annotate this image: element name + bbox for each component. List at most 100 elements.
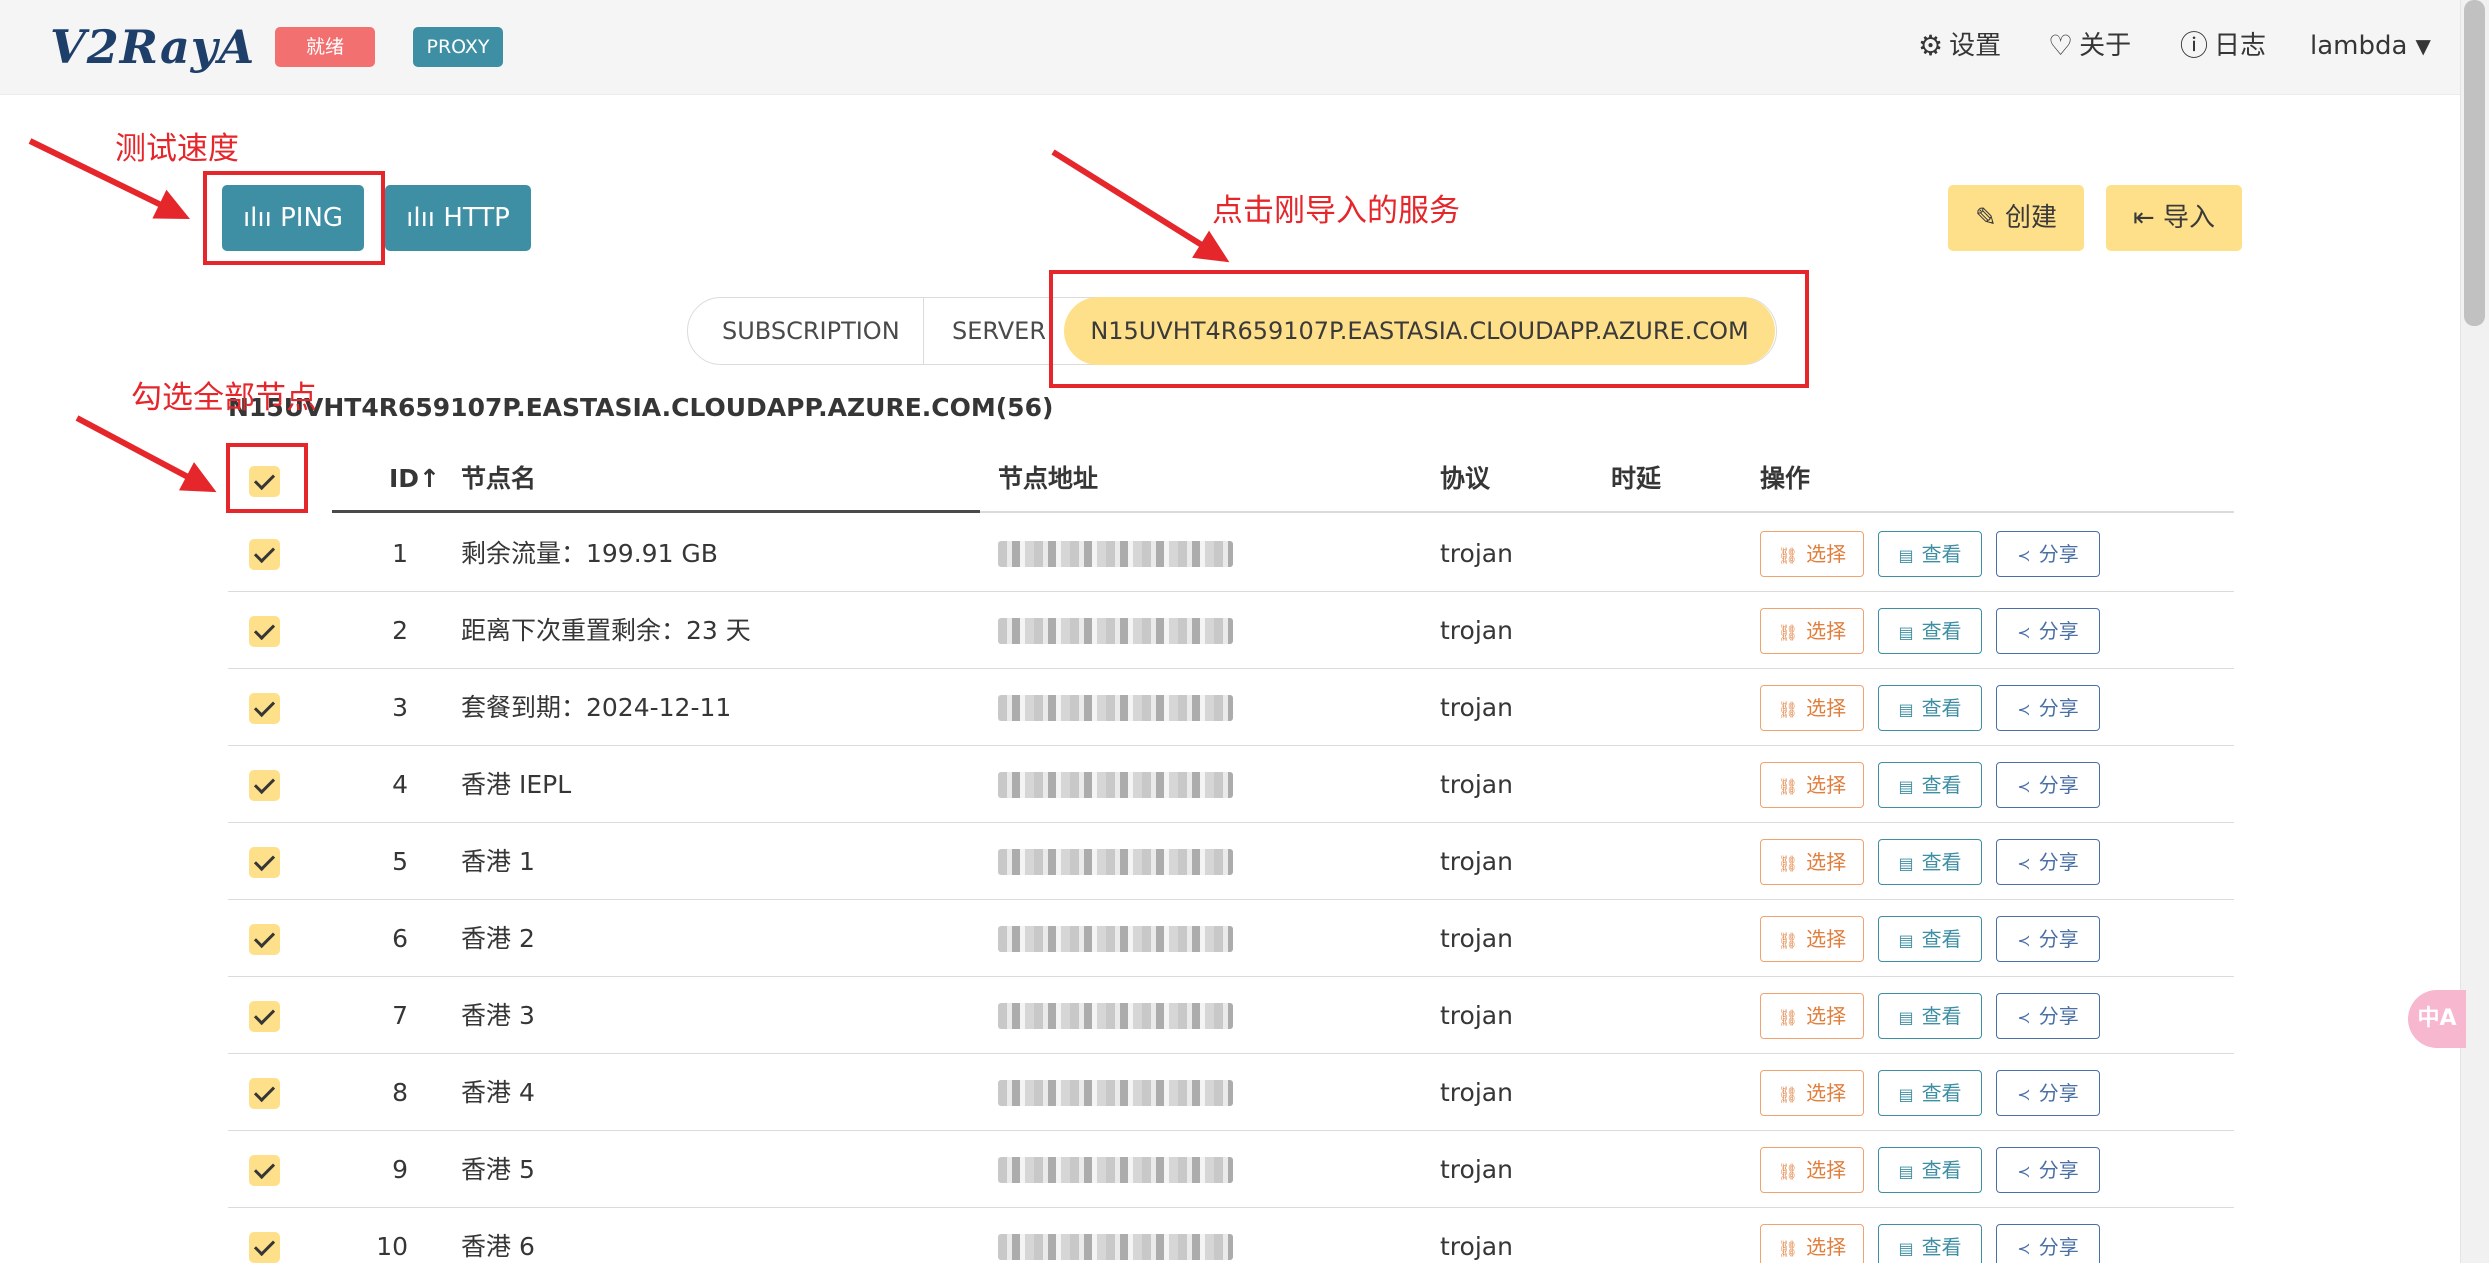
table-row[interactable]: 9 香港 5 trojan ⛓ 选择 ▤ 查看 ≺ 分享 [228, 1131, 2234, 1208]
row-id: 6 [392, 924, 408, 953]
row-checkbox[interactable] [249, 1001, 280, 1032]
header-address[interactable]: 节点地址 [998, 450, 1098, 514]
row-checkbox[interactable] [249, 1155, 280, 1186]
share-icon: ≺ [2017, 700, 2031, 719]
view-button[interactable]: ▤ 查看 [1878, 916, 1982, 962]
nav-about-label: 关于 [2079, 31, 2132, 61]
view-button[interactable]: ▤ 查看 [1878, 1147, 1982, 1193]
document-icon: ▤ [1898, 546, 1914, 565]
select-button[interactable]: ⛓ 选择 [1760, 762, 1864, 808]
header-id[interactable]: ID↑ [389, 450, 440, 514]
view-button[interactable]: ▤ 查看 [1878, 839, 1982, 885]
link-icon: ⛓ [1777, 623, 1799, 642]
view-button[interactable]: ▤ 查看 [1878, 1070, 1982, 1116]
share-button[interactable]: ≺ 分享 [1996, 762, 2100, 808]
select-button[interactable]: ⛓ 选择 [1760, 1070, 1864, 1116]
row-checkbox[interactable] [249, 847, 280, 878]
share-button[interactable]: ≺ 分享 [1996, 608, 2100, 654]
row-checkbox[interactable] [249, 616, 280, 647]
table-row[interactable]: 1 剩余流量：199.91 GB trojan ⛓ 选择 ▤ 查看 ≺ 分享 [228, 515, 2234, 592]
row-checkbox[interactable] [249, 924, 280, 955]
create-button[interactable]: ✎ 创建 [1948, 185, 2084, 251]
row-checkbox[interactable] [249, 539, 280, 570]
http-button[interactable]: ılıı HTTP [385, 185, 531, 251]
view-button[interactable]: ▤ 查看 [1878, 993, 1982, 1039]
row-address-blurred [998, 1234, 1233, 1260]
view-button[interactable]: ▤ 查看 [1878, 762, 1982, 808]
select-button[interactable]: ⛓ 选择 [1760, 531, 1864, 577]
view-button[interactable]: ▤ 查看 [1878, 608, 1982, 654]
share-icon: ≺ [2017, 1085, 2031, 1104]
select-button[interactable]: ⛓ 选择 [1760, 608, 1864, 654]
share-button[interactable]: ≺ 分享 [1996, 839, 2100, 885]
select-button[interactable]: ⛓ 选择 [1760, 685, 1864, 731]
row-checkbox[interactable] [249, 1078, 280, 1109]
annotation-speed-test: 测试速度 [115, 131, 239, 167]
share-button[interactable]: ≺ 分享 [1996, 1070, 2100, 1116]
header-name[interactable]: 节点名 [461, 450, 536, 514]
nav-log[interactable]: ⓘ 日志 [2180, 26, 2266, 66]
share-button[interactable]: ≺ 分享 [1996, 685, 2100, 731]
row-id: 1 [392, 539, 408, 568]
select-button[interactable]: ⛓ 选择 [1760, 1224, 1864, 1263]
page-scrollbar[interactable] [2460, 0, 2489, 1263]
table-row[interactable]: 4 香港 IEPL trojan ⛓ 选择 ▤ 查看 ≺ 分享 [228, 746, 2234, 823]
table-header: ID↑ 节点名 节点地址 协议 时延 操作 [228, 450, 2234, 514]
nav-settings-label: 设置 [1949, 31, 2002, 61]
table-row[interactable]: 10 香港 6 trojan ⛓ 选择 ▤ 查看 ≺ 分享 [228, 1208, 2234, 1263]
share-button[interactable]: ≺ 分享 [1996, 916, 2100, 962]
table-row[interactable]: 6 香港 2 trojan ⛓ 选择 ▤ 查看 ≺ 分享 [228, 900, 2234, 977]
share-icon: ≺ [2017, 931, 2031, 950]
view-button[interactable]: ▤ 查看 [1878, 531, 1982, 577]
row-protocol: trojan [1440, 539, 1513, 568]
select-button[interactable]: ⛓ 选择 [1760, 993, 1864, 1039]
select-button[interactable]: ⛓ 选择 [1760, 1147, 1864, 1193]
nav-settings[interactable]: ⚙ 设置 [1918, 26, 2001, 66]
row-address-blurred [998, 618, 1233, 644]
scrollbar-thumb[interactable] [2464, 0, 2485, 326]
waveform-icon: ılıı [406, 203, 436, 233]
view-button[interactable]: ▤ 查看 [1878, 685, 1982, 731]
row-checkbox[interactable] [249, 770, 280, 801]
select-label: 选择 [1806, 850, 1847, 874]
share-label: 分享 [2038, 1158, 2079, 1182]
share-button[interactable]: ≺ 分享 [1996, 531, 2100, 577]
row-protocol: trojan [1440, 1232, 1513, 1261]
document-icon: ▤ [1898, 1162, 1914, 1181]
row-checkbox[interactable] [249, 693, 280, 724]
table-row[interactable]: 2 距离下次重置剩余：23 天 trojan ⛓ 选择 ▤ 查看 ≺ 分享 [228, 592, 2234, 669]
header-latency[interactable]: 时延 [1611, 450, 1661, 514]
top-navbar: V2RayA 就绪 PROXY ⚙ 设置 ♡ 关于 ⓘ 日志 lambda ▼ [0, 0, 2460, 95]
table-row[interactable]: 8 香港 4 trojan ⛓ 选择 ▤ 查看 ≺ 分享 [228, 1054, 2234, 1131]
tab-subscription[interactable]: SUBSCRIPTION [722, 298, 900, 364]
import-button[interactable]: ⇤ 导入 [2106, 185, 2242, 251]
nav-log-label: 日志 [2214, 31, 2267, 61]
tab-server[interactable]: SERVER [952, 298, 1046, 364]
table-row[interactable]: 7 香港 3 trojan ⛓ 选择 ▤ 查看 ≺ 分享 [228, 977, 2234, 1054]
create-button-label: 创建 [2005, 203, 2058, 233]
share-icon: ≺ [2017, 1239, 2031, 1258]
share-button[interactable]: ≺ 分享 [1996, 1147, 2100, 1193]
select-button[interactable]: ⛓ 选择 [1760, 916, 1864, 962]
app-logo[interactable]: V2RayA [50, 20, 255, 74]
table-row[interactable]: 3 套餐到期：2024-12-11 trojan ⛓ 选择 ▤ 查看 ≺ 分享 [228, 669, 2234, 746]
view-button[interactable]: ▤ 查看 [1878, 1224, 1982, 1263]
user-menu[interactable]: lambda ▼ [2310, 26, 2431, 66]
share-button[interactable]: ≺ 分享 [1996, 1224, 2100, 1263]
translate-icon[interactable]: 中A [2408, 990, 2466, 1048]
select-button[interactable]: ⛓ 选择 [1760, 839, 1864, 885]
row-checkbox[interactable] [249, 1232, 280, 1263]
table-row[interactable]: 5 香港 1 trojan ⛓ 选择 ▤ 查看 ≺ 分享 [228, 823, 2234, 900]
header-protocol[interactable]: 协议 [1440, 450, 1490, 514]
nav-about[interactable]: ♡ 关于 [2048, 26, 2131, 66]
document-edit-icon: ✎ [1974, 203, 1997, 233]
row-protocol: trojan [1440, 1155, 1513, 1184]
link-icon: ⛓ [1777, 1008, 1799, 1027]
select-label: 选择 [1806, 1235, 1847, 1259]
view-label: 查看 [1921, 542, 1962, 566]
view-label: 查看 [1921, 619, 1962, 643]
caret-down-icon: ▼ [2415, 34, 2431, 58]
share-button[interactable]: ≺ 分享 [1996, 993, 2100, 1039]
select-label: 选择 [1806, 1081, 1847, 1105]
row-name: 香港 2 [461, 924, 535, 953]
